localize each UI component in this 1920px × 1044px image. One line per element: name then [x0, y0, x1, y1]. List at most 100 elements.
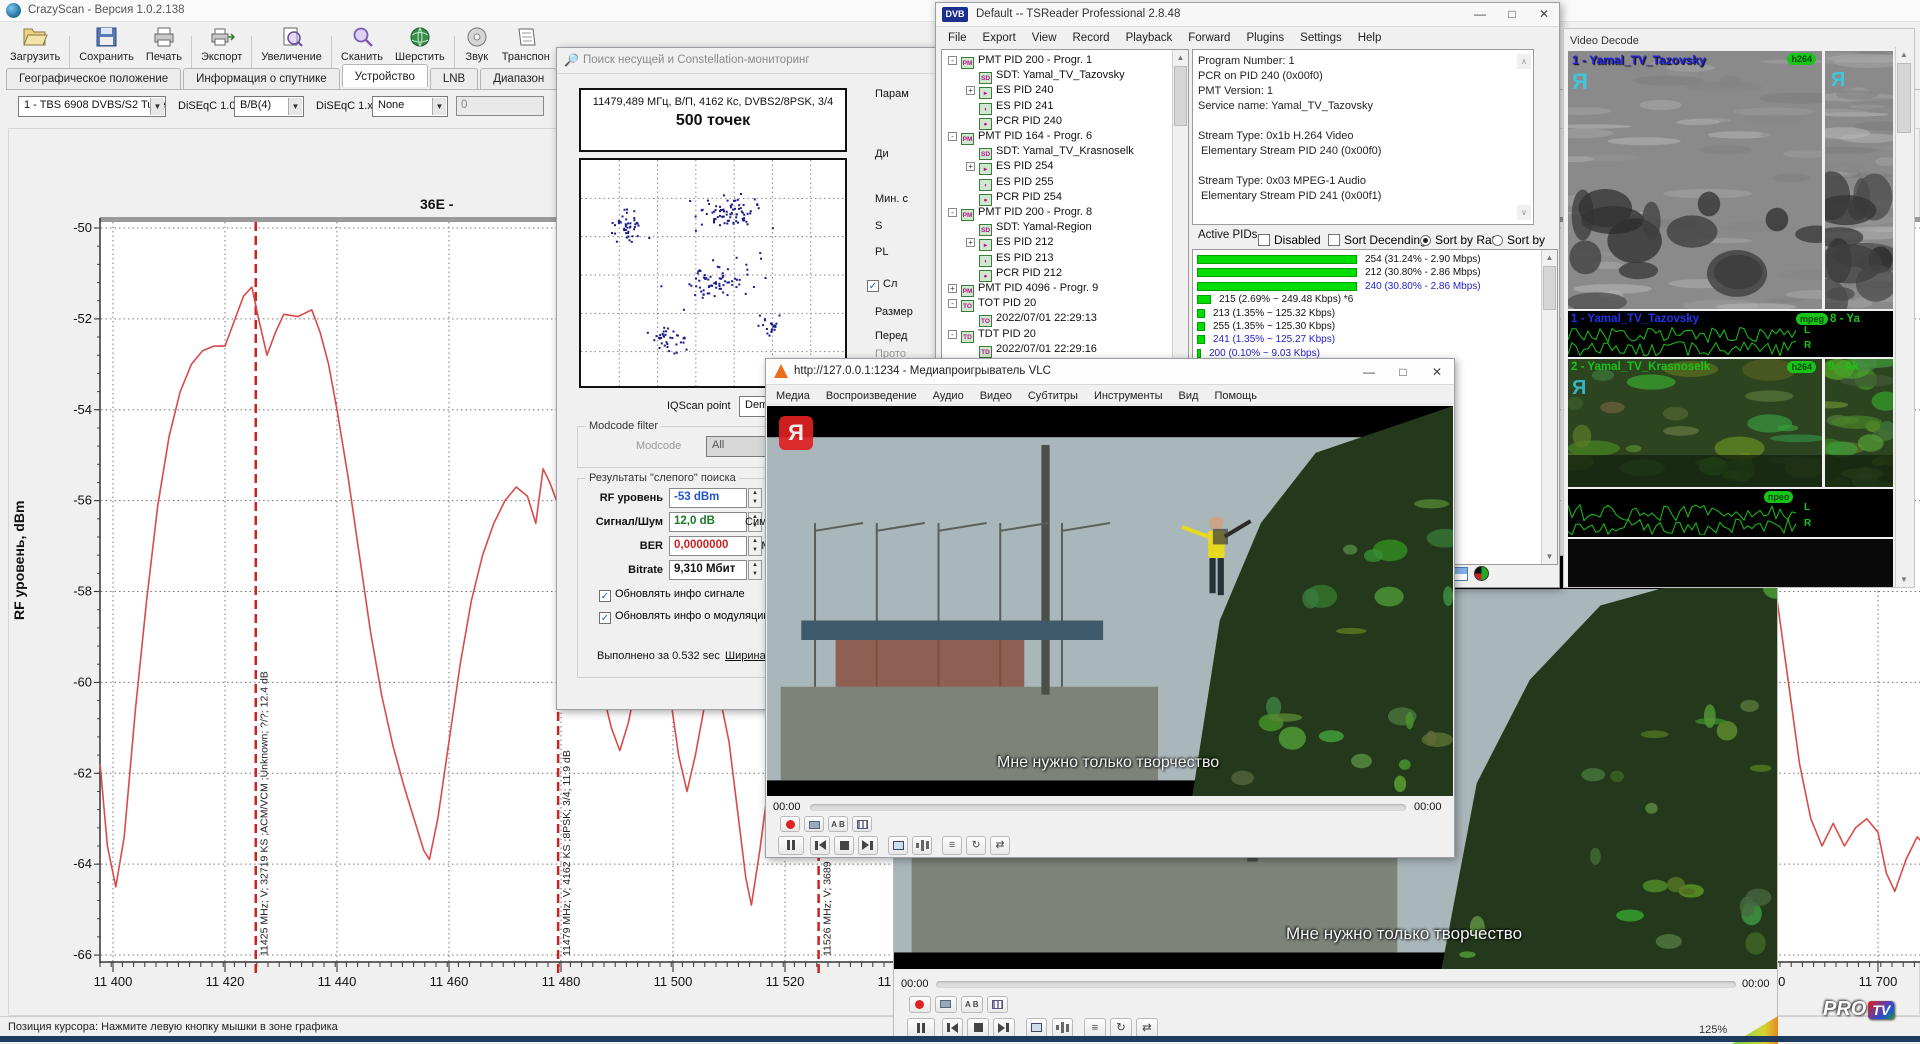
- vlc-titlebar[interactable]: http://127.0.0.1:1234 - Медиапроигрывате…: [766, 359, 1454, 385]
- tree-item[interactable]: SDSDT: Yamal_TV_Krasnoselk: [966, 145, 1134, 160]
- tree-expander[interactable]: -: [948, 132, 957, 141]
- extended-settings-button[interactable]: [912, 836, 932, 855]
- scroll-down-icon[interactable]: ▼: [1542, 549, 1557, 564]
- video-thumb-2[interactable]: 2 - Yamal_TV_Krasnoselk h264 Я: [1568, 359, 1822, 487]
- tree-item[interactable]: TO2022/07/01 22:29:13: [966, 312, 1097, 327]
- tree-item[interactable]: +PMPMT PID 4096 - Progr. 9: [948, 282, 1098, 297]
- record-button[interactable]: [909, 996, 931, 1013]
- vlc-back-seekbar[interactable]: [936, 981, 1736, 988]
- video-thumb-2b[interactable]: 9 - Ak: [1825, 359, 1893, 487]
- taskbar-sliver[interactable]: [0, 1036, 1920, 1042]
- pids-sort-descending-checkbox[interactable]: Sort Decending: [1328, 233, 1427, 247]
- tree-item[interactable]: +▸ES PID 254: [966, 160, 1053, 175]
- ab-loop-button[interactable]: A B: [828, 816, 848, 832]
- pause-button[interactable]: [778, 836, 804, 855]
- tree-item[interactable]: ◖ES PID 241: [966, 100, 1053, 115]
- record-button[interactable]: [780, 816, 800, 832]
- loop-button[interactable]: ↻: [966, 836, 986, 855]
- close-button[interactable]: ✕: [1529, 3, 1559, 26]
- pid-row[interactable]: 240 (30.80% - 2.86 Mbps): [1365, 281, 1481, 292]
- tree-item[interactable]: ●PCR PID 254: [966, 191, 1062, 206]
- tree-expander[interactable]: +: [948, 284, 957, 293]
- vlc-menu-медиа[interactable]: Медиа: [768, 387, 818, 405]
- vlc-menu-видео[interactable]: Видео: [972, 387, 1020, 405]
- vlc-menu-вид[interactable]: Вид: [1171, 387, 1207, 405]
- vlc-seekbar[interactable]: [810, 804, 1406, 811]
- pid-row[interactable]: 215 (2.69% ~ 249.48 Kbps) *6: [1219, 294, 1353, 305]
- tsreader-menu-help[interactable]: Help: [1350, 29, 1390, 47]
- playlist-button[interactable]: ≡: [942, 836, 962, 855]
- tree-expander[interactable]: +: [966, 162, 975, 171]
- tsreader-menu-settings[interactable]: Settings: [1292, 29, 1350, 47]
- dialog-titlebar[interactable]: 🔎 Поиск несущей и Constellation-монитори…: [557, 48, 939, 74]
- tree-item[interactable]: -PMPMT PID 200 - Progr. 8: [948, 206, 1092, 221]
- tree-expander[interactable]: -: [948, 299, 957, 308]
- tree-expander[interactable]: +: [966, 238, 975, 247]
- rf-level-field[interactable]: -53 dBm: [669, 488, 747, 508]
- video-decode-scrollbar[interactable]: ▲ ▼: [1895, 47, 1912, 587]
- tree-item[interactable]: +▸ES PID 240: [966, 84, 1053, 99]
- tree-expander[interactable]: -: [948, 56, 957, 65]
- vlc-menu-субтитры[interactable]: Субтитры: [1020, 387, 1086, 405]
- tree-item[interactable]: ◖ES PID 213: [966, 252, 1053, 267]
- pids-disabled-checkbox[interactable]: Disabled: [1258, 233, 1321, 247]
- pids-scrollbar[interactable]: ▲ ▼: [1541, 250, 1557, 564]
- minimize-button[interactable]: —: [1354, 361, 1384, 384]
- tree-item[interactable]: -TOTOT PID 20: [948, 297, 1036, 312]
- ab-loop-button[interactable]: A B: [961, 996, 983, 1013]
- close-button[interactable]: ✕: [1422, 361, 1452, 384]
- bitrate-field[interactable]: 9,310 Мбит: [669, 560, 747, 580]
- scrollbar-thumb[interactable]: [1897, 63, 1911, 133]
- vlc-menu-воспроизведение[interactable]: Воспроизведение: [818, 387, 925, 405]
- vlc-video-area[interactable]: Я Мне нужно только творчество: [767, 406, 1453, 796]
- video-thumb-1b[interactable]: Я: [1825, 51, 1893, 309]
- vlc-menu-помощь[interactable]: Помощь: [1206, 387, 1265, 405]
- ber-field[interactable]: 0,0000000: [669, 536, 747, 556]
- tree-item[interactable]: ●PCR PID 212: [966, 267, 1062, 282]
- tree-expander[interactable]: +: [966, 86, 975, 95]
- tree-item[interactable]: TD2022/07/01 22:29:16: [966, 343, 1097, 358]
- stop-button[interactable]: [834, 836, 854, 855]
- vlc-menu-инструменты[interactable]: Инструменты: [1086, 387, 1171, 405]
- maximize-button[interactable]: □: [1388, 361, 1418, 384]
- update-signal-checkbox[interactable]: ✓Обновлять инфо сигнале: [599, 588, 745, 602]
- tree-item[interactable]: SDSDT: Yamal-Region: [966, 221, 1092, 236]
- tree-expander[interactable]: -: [948, 208, 957, 217]
- tree-item[interactable]: -PMPMT PID 200 - Progr. 1: [948, 54, 1092, 69]
- tree-expander[interactable]: -: [948, 330, 957, 339]
- scroll-up-icon[interactable]: ∧: [1517, 54, 1531, 69]
- tree-item[interactable]: -TDTDT PID 20: [948, 328, 1036, 343]
- bitrate-spinner[interactable]: ▲▼: [748, 560, 762, 580]
- tree-item[interactable]: +▸ES PID 212: [966, 236, 1053, 251]
- vlc-menu-аудио[interactable]: Аудио: [925, 387, 972, 405]
- signal-status-icon[interactable]: [1474, 566, 1489, 581]
- scrollbar-thumb[interactable]: [1543, 266, 1556, 310]
- tree-item[interactable]: ●PCR PID 240: [966, 115, 1062, 130]
- random-button[interactable]: ⇄: [990, 836, 1010, 855]
- pid-row[interactable]: 213 (1.35% ~ 125.32 Kbps): [1213, 308, 1335, 319]
- video-thumb-1[interactable]: 1 - Yamal_TV_Tazovsky h264 Я: [1568, 51, 1822, 309]
- previous-button[interactable]: [810, 836, 830, 855]
- tsreader-menu-playback[interactable]: Playback: [1118, 29, 1181, 47]
- tree-item[interactable]: SDSDT: Yamal_TV_Tazovsky: [966, 69, 1125, 84]
- scroll-up-icon[interactable]: ▲: [1542, 250, 1557, 265]
- frame-by-frame-button[interactable]: [987, 996, 1009, 1013]
- snapshot-button[interactable]: [935, 996, 957, 1013]
- scroll-up-icon[interactable]: ▲: [1173, 50, 1188, 65]
- tsreader-menu-plugins[interactable]: Plugins: [1238, 29, 1292, 47]
- snr-field[interactable]: 12,0 dB: [669, 512, 747, 532]
- pid-row[interactable]: 212 (30.80% - 2.86 Mbps): [1365, 267, 1481, 278]
- tsreader-titlebar[interactable]: DVB Default -- TSReader Professional 2.8…: [936, 3, 1559, 27]
- scrollbar-thumb[interactable]: [1174, 66, 1187, 126]
- rf-level-spinner[interactable]: ▲▼: [748, 488, 762, 508]
- toggle-video-button[interactable]: [888, 836, 908, 855]
- constellation-plot[interactable]: [579, 158, 847, 388]
- tree-item[interactable]: ◖ES PID 255: [966, 176, 1053, 191]
- minimize-button[interactable]: —: [1465, 3, 1495, 26]
- tsreader-menu-file[interactable]: File: [940, 29, 975, 47]
- tsreader-menu-record[interactable]: Record: [1065, 29, 1118, 47]
- pid-row[interactable]: 255 (1.35% ~ 125.30 Kbps): [1213, 321, 1335, 332]
- frame-by-frame-button[interactable]: [852, 816, 872, 832]
- snapshot-button[interactable]: [804, 816, 824, 832]
- tsreader-menu-export[interactable]: Export: [975, 29, 1024, 47]
